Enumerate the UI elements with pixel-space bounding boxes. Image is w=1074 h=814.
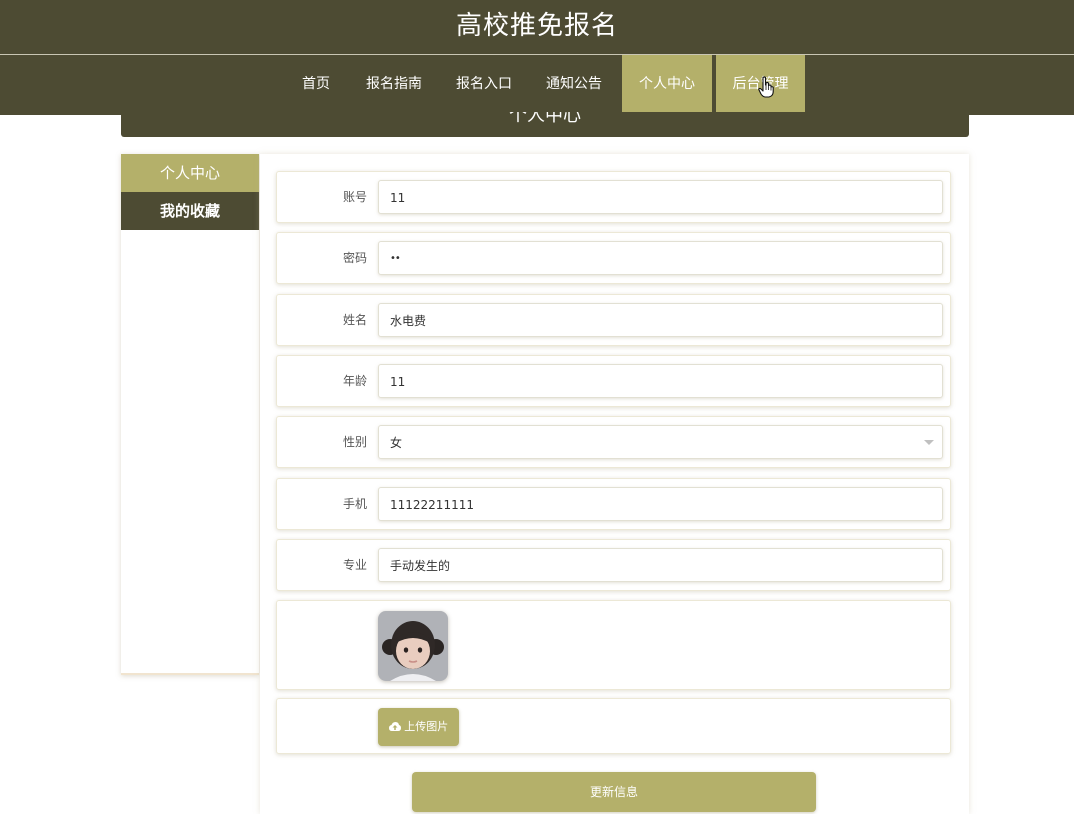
account-input[interactable]: 11 (378, 180, 943, 214)
upload-image-label: 上传图片 (404, 720, 449, 733)
site-title: 高校推免报名 (0, 0, 1074, 54)
hand-pointer-icon (758, 76, 774, 98)
update-info-button[interactable]: 更新信息 (412, 772, 816, 812)
form-row-avatar (276, 600, 951, 690)
form-row-phone: 手机 11122211111 (276, 478, 951, 530)
major-label: 专业 (342, 558, 367, 572)
cloud-upload-icon (388, 722, 401, 731)
account-label: 账号 (342, 190, 367, 204)
age-label: 年龄 (342, 374, 367, 388)
name-input[interactable]: 水电费 (378, 303, 943, 337)
name-label: 姓名 (342, 313, 367, 327)
avatar-image (378, 611, 448, 681)
form-row-upload: 上传图片 (276, 698, 951, 754)
nav-apply[interactable]: 报名入口 (450, 55, 518, 115)
form-row-age: 年龄 11 (276, 355, 951, 407)
sidebar-item-favorites[interactable]: 我的收藏 (121, 192, 259, 230)
form-row-gender: 性别 女 (276, 416, 951, 468)
sidebar: 个人中心 我的收藏 (121, 154, 259, 675)
sidebar-item-personal-center[interactable]: 个人中心 (121, 154, 259, 192)
form-row-name: 姓名 水电费 (276, 294, 951, 346)
age-input[interactable]: 11 (378, 364, 943, 398)
password-label: 密码 (342, 251, 367, 265)
password-input[interactable]: •• (378, 241, 943, 275)
upload-image-button[interactable]: 上传图片 (378, 708, 459, 746)
nav-personal-center[interactable]: 个人中心 (622, 55, 712, 115)
major-input[interactable]: 手动发生的 (378, 548, 943, 582)
phone-input[interactable]: 11122211111 (378, 487, 943, 521)
gender-label: 性别 (342, 435, 367, 449)
nav-notices[interactable]: 通知公告 (540, 55, 608, 115)
phone-label: 手机 (342, 497, 367, 511)
form-row-password: 密码 •• (276, 232, 951, 284)
section-banner: 个人中心 (121, 112, 969, 137)
form-row-account: 账号 11 (276, 171, 951, 223)
gender-select-value: 女 (390, 436, 403, 450)
form-row-major: 专业 手动发生的 (276, 539, 951, 591)
main-nav: 首页 报名指南 报名入口 通知公告 个人中心 后台管理 (0, 55, 1074, 115)
gender-select[interactable]: 女 (378, 425, 943, 459)
section-banner-title: 个人中心 (509, 112, 581, 126)
nav-guide[interactable]: 报名指南 (360, 55, 428, 115)
nav-home[interactable]: 首页 (290, 55, 342, 115)
chevron-down-icon (924, 440, 934, 445)
avatar-photo-icon (378, 611, 448, 681)
